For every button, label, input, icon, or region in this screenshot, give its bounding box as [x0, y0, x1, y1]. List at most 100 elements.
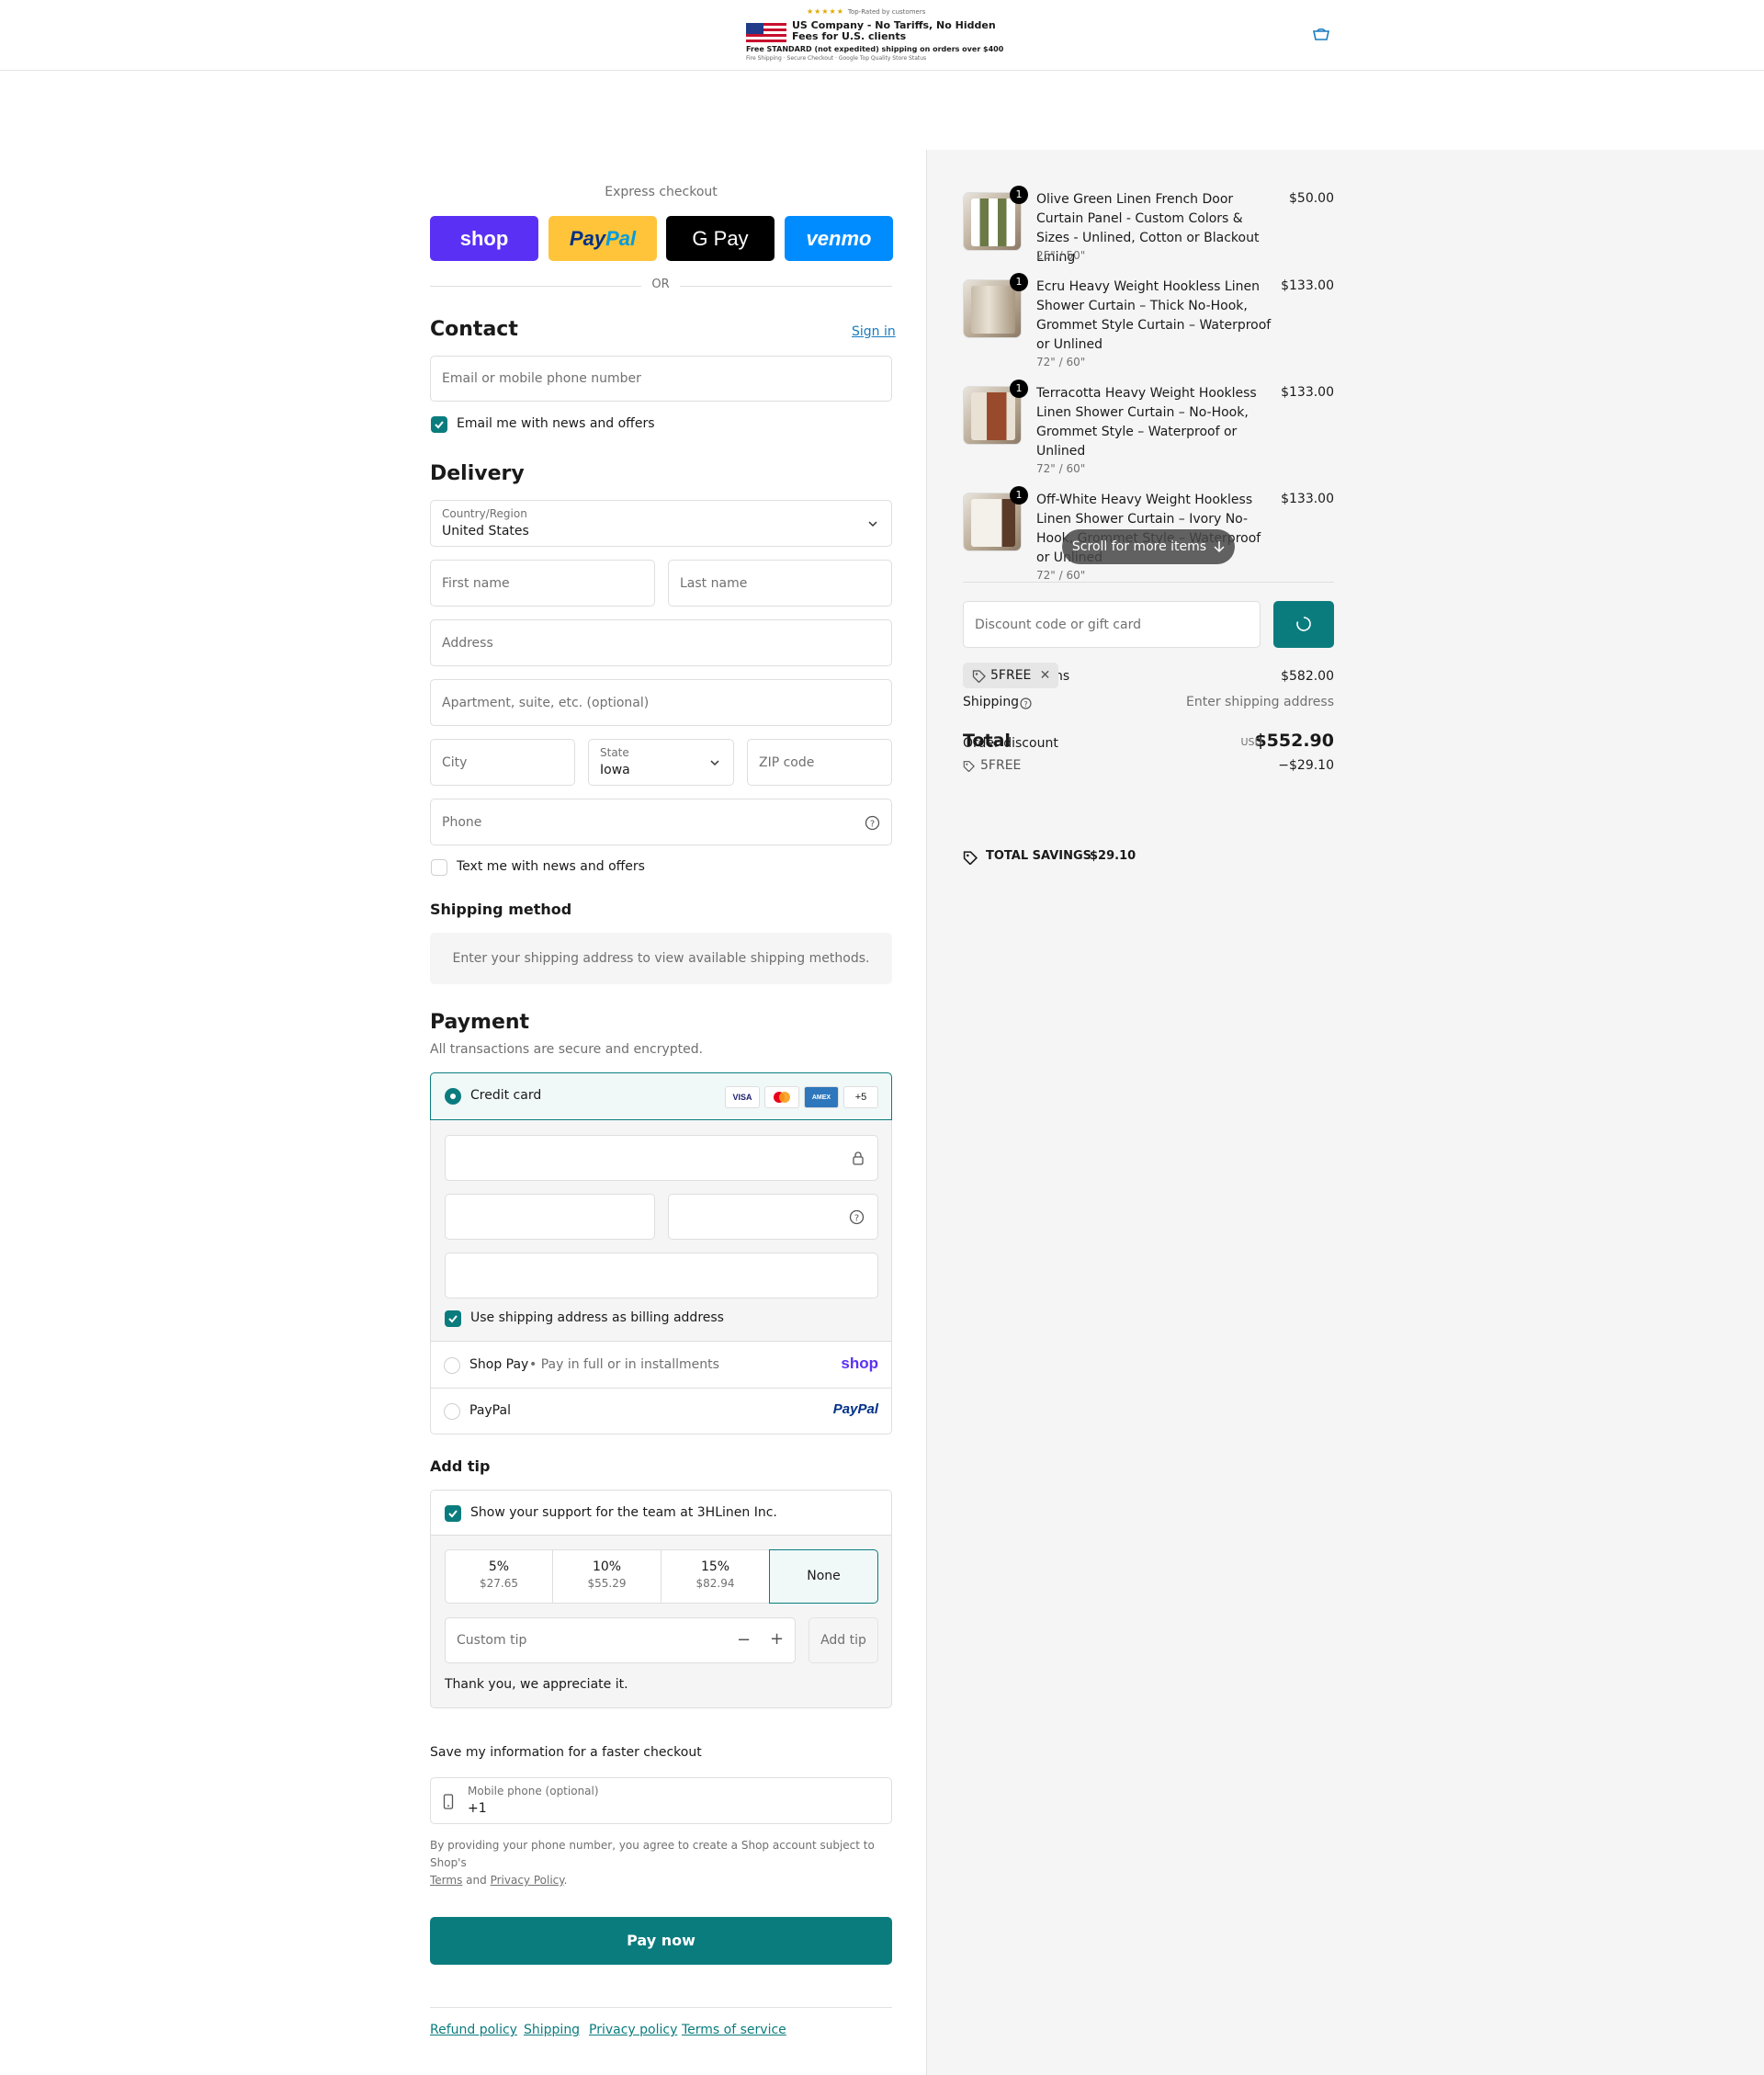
- cart-icon[interactable]: [1312, 28, 1330, 42]
- address-field[interactable]: Address: [430, 619, 892, 666]
- minus-icon[interactable]: −: [737, 1630, 751, 1650]
- shipping-row: Shipping ? Enter shipping address: [963, 695, 1334, 709]
- name-on-card-field[interactable]: [445, 1253, 878, 1298]
- quantity-badge: 1: [1010, 486, 1028, 505]
- refund-policy-link[interactable]: Refund policy: [430, 2023, 517, 2037]
- express-checkout-title: Express checkout: [605, 185, 718, 199]
- product-thumbnail: 1: [963, 380, 1028, 445]
- terms-of-service-link[interactable]: Terms of service: [682, 2023, 786, 2037]
- state-select[interactable]: State Iowa: [588, 739, 734, 786]
- paypal-label: PayPal: [469, 1403, 511, 1418]
- or-label: OR: [641, 278, 680, 291]
- item-price: $133.00: [1281, 278, 1334, 293]
- summary-divider: [963, 582, 1334, 583]
- google-pay-express-button[interactable]: G Pay: [666, 216, 775, 261]
- item-variant: 72" / 60": [1036, 462, 1086, 475]
- text-news-checkbox[interactable]: [431, 859, 447, 876]
- order-discount-row: Order discount: [963, 736, 1058, 751]
- privacy-link[interactable]: Privacy Policy: [491, 1874, 564, 1887]
- phone-field[interactable]: Phone ?: [430, 799, 892, 845]
- credit-card-radio[interactable]: [445, 1088, 461, 1105]
- security-code-field[interactable]: ?: [668, 1194, 878, 1240]
- terms-link[interactable]: Terms: [430, 1874, 462, 1887]
- banner-badges: Fire Shipping · Secure Checkout · Google…: [746, 55, 927, 62]
- help-icon[interactable]: ?: [849, 1209, 865, 1225]
- first-name-field[interactable]: First name: [430, 560, 655, 607]
- shop-pay-option[interactable]: Shop Pay • Pay in full or in installment…: [431, 1343, 891, 1389]
- us-flag-icon: [746, 23, 786, 43]
- scroll-for-more-button[interactable]: Scroll for more items: [1062, 529, 1235, 564]
- item-variant: 25" / 50": [1036, 249, 1086, 262]
- mastercard-icon: [764, 1086, 799, 1108]
- email-news-checkbox[interactable]: [431, 416, 447, 433]
- paypal-logo: PayPal: [832, 1401, 878, 1417]
- tip-option-10[interactable]: 10% $55.29: [552, 1549, 662, 1604]
- tip-support-checkbox[interactable]: [445, 1505, 461, 1522]
- venmo-express-button[interactable]: venmo: [785, 216, 893, 261]
- apartment-field[interactable]: Apartment, suite, etc. (optional): [430, 679, 892, 726]
- quantity-badge: 1: [1010, 273, 1028, 291]
- zip-field[interactable]: ZIP code: [747, 739, 892, 786]
- privacy-policy-link[interactable]: Privacy policy: [589, 2023, 677, 2037]
- city-field[interactable]: City: [430, 739, 575, 786]
- sign-in-link[interactable]: Sign in: [852, 324, 896, 339]
- tip-option-none[interactable]: None: [769, 1549, 878, 1604]
- remove-discount-icon[interactable]: ✕: [1040, 663, 1051, 688]
- tag-icon: [963, 851, 978, 865]
- svg-text:?: ?: [854, 1214, 859, 1224]
- tip-section: Show your support for the team at 3HLine…: [430, 1490, 892, 1708]
- item-title: Ecru Heavy Weight Hookless Linen Shower …: [1036, 279, 1272, 352]
- shipping-policy-link[interactable]: Shipping: [524, 2023, 580, 2037]
- add-tip-button[interactable]: Add tip: [808, 1617, 878, 1663]
- help-icon[interactable]: ?: [865, 815, 880, 831]
- email-field[interactable]: Email or mobile phone number: [430, 356, 892, 402]
- item-price: $133.00: [1281, 385, 1334, 400]
- expiry-field[interactable]: [445, 1194, 655, 1240]
- save-info-heading: Save my information for a faster checkou…: [430, 1745, 702, 1760]
- chevron-down-icon: [868, 520, 877, 527]
- payment-heading: Payment: [430, 1011, 530, 1034]
- tip-thanks: Thank you, we appreciate it.: [445, 1677, 628, 1692]
- paypal-radio[interactable]: [444, 1403, 460, 1420]
- shipping-method-placeholder: Enter your shipping address to view avai…: [430, 933, 892, 984]
- paypal-option[interactable]: PayPal PayPal: [431, 1389, 891, 1434]
- credit-card-option[interactable]: Credit card VISA AMEX +5: [430, 1072, 892, 1120]
- visa-icon: VISA: [725, 1086, 760, 1108]
- billing-same-checkbox[interactable]: [445, 1310, 461, 1327]
- text-news-label: Text me with news and offers: [457, 859, 645, 874]
- amex-icon: AMEX: [804, 1086, 839, 1108]
- more-cards-badge: +5: [843, 1086, 878, 1108]
- banner-headline: US Company - No Tariffs, No Hidden Fees …: [792, 19, 996, 42]
- shop-pay-logo: shop: [841, 1355, 878, 1372]
- apply-discount-button[interactable]: [1273, 601, 1334, 648]
- card-number-field[interactable]: [445, 1135, 878, 1181]
- pay-now-button[interactable]: Pay now: [430, 1917, 892, 1965]
- tip-support-row: Show your support for the team at 3HLine…: [431, 1491, 891, 1536]
- help-icon[interactable]: ?: [1020, 697, 1032, 709]
- item-title: Terracotta Heavy Weight Hookless Linen S…: [1036, 386, 1257, 459]
- tip-option-5[interactable]: 5% $27.65: [445, 1549, 553, 1604]
- mobile-phone-field[interactable]: Mobile phone (optional) +1: [430, 1777, 892, 1824]
- last-name-field[interactable]: Last name: [668, 560, 892, 607]
- quantity-badge: 1: [1010, 186, 1028, 204]
- country-select[interactable]: Country/Region United States: [430, 500, 892, 547]
- tip-option-15[interactable]: 15% $82.94: [661, 1549, 770, 1604]
- shop-pay-express-button[interactable]: shop: [430, 216, 538, 261]
- custom-tip-field[interactable]: Custom tip − +: [445, 1617, 796, 1663]
- delivery-heading: Delivery: [430, 462, 525, 485]
- billing-same-label: Use shipping address as billing address: [470, 1310, 724, 1325]
- product-thumbnail: 1: [963, 273, 1028, 338]
- shop-legal-text: By providing your phone number, you agre…: [430, 1839, 875, 1887]
- add-tip-heading: Add tip: [430, 1457, 491, 1475]
- shop-pay-radio[interactable]: [444, 1357, 460, 1374]
- quantity-badge: 1: [1010, 380, 1028, 398]
- product-thumbnail: 1: [963, 186, 1028, 251]
- tip-support-label: Show your support for the team at 3HLine…: [470, 1505, 777, 1520]
- discount-code-field[interactable]: Discount code or gift card: [963, 601, 1261, 648]
- product-thumbnail: 1: [963, 486, 1028, 551]
- plus-icon[interactable]: +: [770, 1629, 784, 1649]
- tag-icon: [972, 670, 986, 683]
- arrow-down-icon: [1214, 541, 1225, 553]
- paypal-express-button[interactable]: Pay Pal: [548, 216, 657, 261]
- site-header: ★★★★★ Top-Rated by customers US Company -…: [0, 0, 1764, 71]
